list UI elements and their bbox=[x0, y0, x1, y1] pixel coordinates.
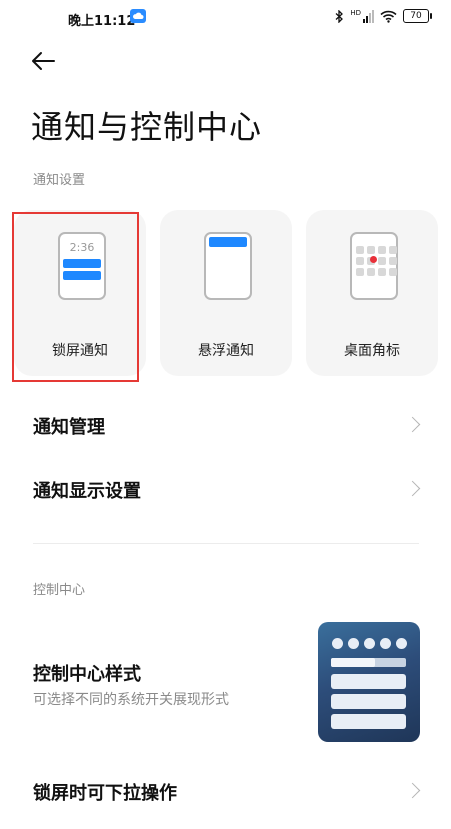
back-arrow-icon bbox=[32, 52, 55, 70]
bluetooth-icon bbox=[335, 9, 344, 23]
signal-icon: HD bbox=[350, 8, 374, 23]
preview-time: 2:36 bbox=[69, 241, 95, 254]
row-lockscreen-pulldown[interactable]: 锁屏时可下拉操作 bbox=[0, 760, 451, 820]
status-time: 晚上11:12 bbox=[68, 14, 136, 29]
floating-phone-icon bbox=[204, 232, 252, 300]
status-icons: HD 70 bbox=[335, 8, 432, 23]
badge-dot bbox=[370, 256, 377, 263]
status-bar: 晚上11:12 HD 70 bbox=[0, 0, 451, 38]
battery-icon: 70 bbox=[403, 9, 432, 23]
back-button[interactable] bbox=[30, 50, 60, 76]
chevron-right-icon bbox=[404, 416, 421, 433]
card-label: 桌面角标 bbox=[344, 343, 400, 359]
badge-phone-icon bbox=[350, 232, 398, 300]
row-subtitle: 可选择不同的系统开关展现形式 bbox=[33, 692, 229, 708]
card-app-badges[interactable]: 桌面角标 bbox=[306, 210, 438, 376]
card-floating-notification[interactable]: 悬浮通知 bbox=[160, 210, 292, 376]
card-lockscreen-notification[interactable]: 2:36 锁屏通知 bbox=[14, 210, 146, 376]
network-type: HD bbox=[350, 8, 361, 17]
page-title: 通知与控制中心 bbox=[31, 108, 263, 146]
row-label: 锁屏时可下拉操作 bbox=[33, 783, 177, 804]
lockscreen-phone-icon: 2:36 bbox=[58, 232, 106, 300]
divider bbox=[33, 543, 419, 544]
preview-notification-bar bbox=[209, 237, 247, 247]
row-notification-management[interactable]: 通知管理 bbox=[0, 394, 451, 454]
cloud-icon bbox=[130, 9, 146, 23]
preview-notification-bar bbox=[63, 271, 101, 280]
row-label: 通知管理 bbox=[33, 417, 105, 438]
chevron-right-icon bbox=[404, 782, 421, 799]
section-label-notifications: 通知设置 bbox=[33, 173, 86, 188]
preview-notification-bar bbox=[63, 259, 101, 268]
wifi-icon bbox=[380, 10, 397, 23]
row-label: 控制中心样式 bbox=[33, 664, 141, 685]
card-label: 锁屏通知 bbox=[52, 343, 108, 359]
row-notification-display[interactable]: 通知显示设置 bbox=[0, 458, 451, 518]
card-label: 悬浮通知 bbox=[198, 343, 254, 359]
row-label: 通知显示设置 bbox=[33, 481, 141, 502]
chevron-right-icon bbox=[404, 480, 421, 497]
battery-level: 70 bbox=[410, 11, 422, 21]
section-label-control-center: 控制中心 bbox=[33, 583, 86, 598]
control-center-preview-image bbox=[318, 622, 420, 742]
